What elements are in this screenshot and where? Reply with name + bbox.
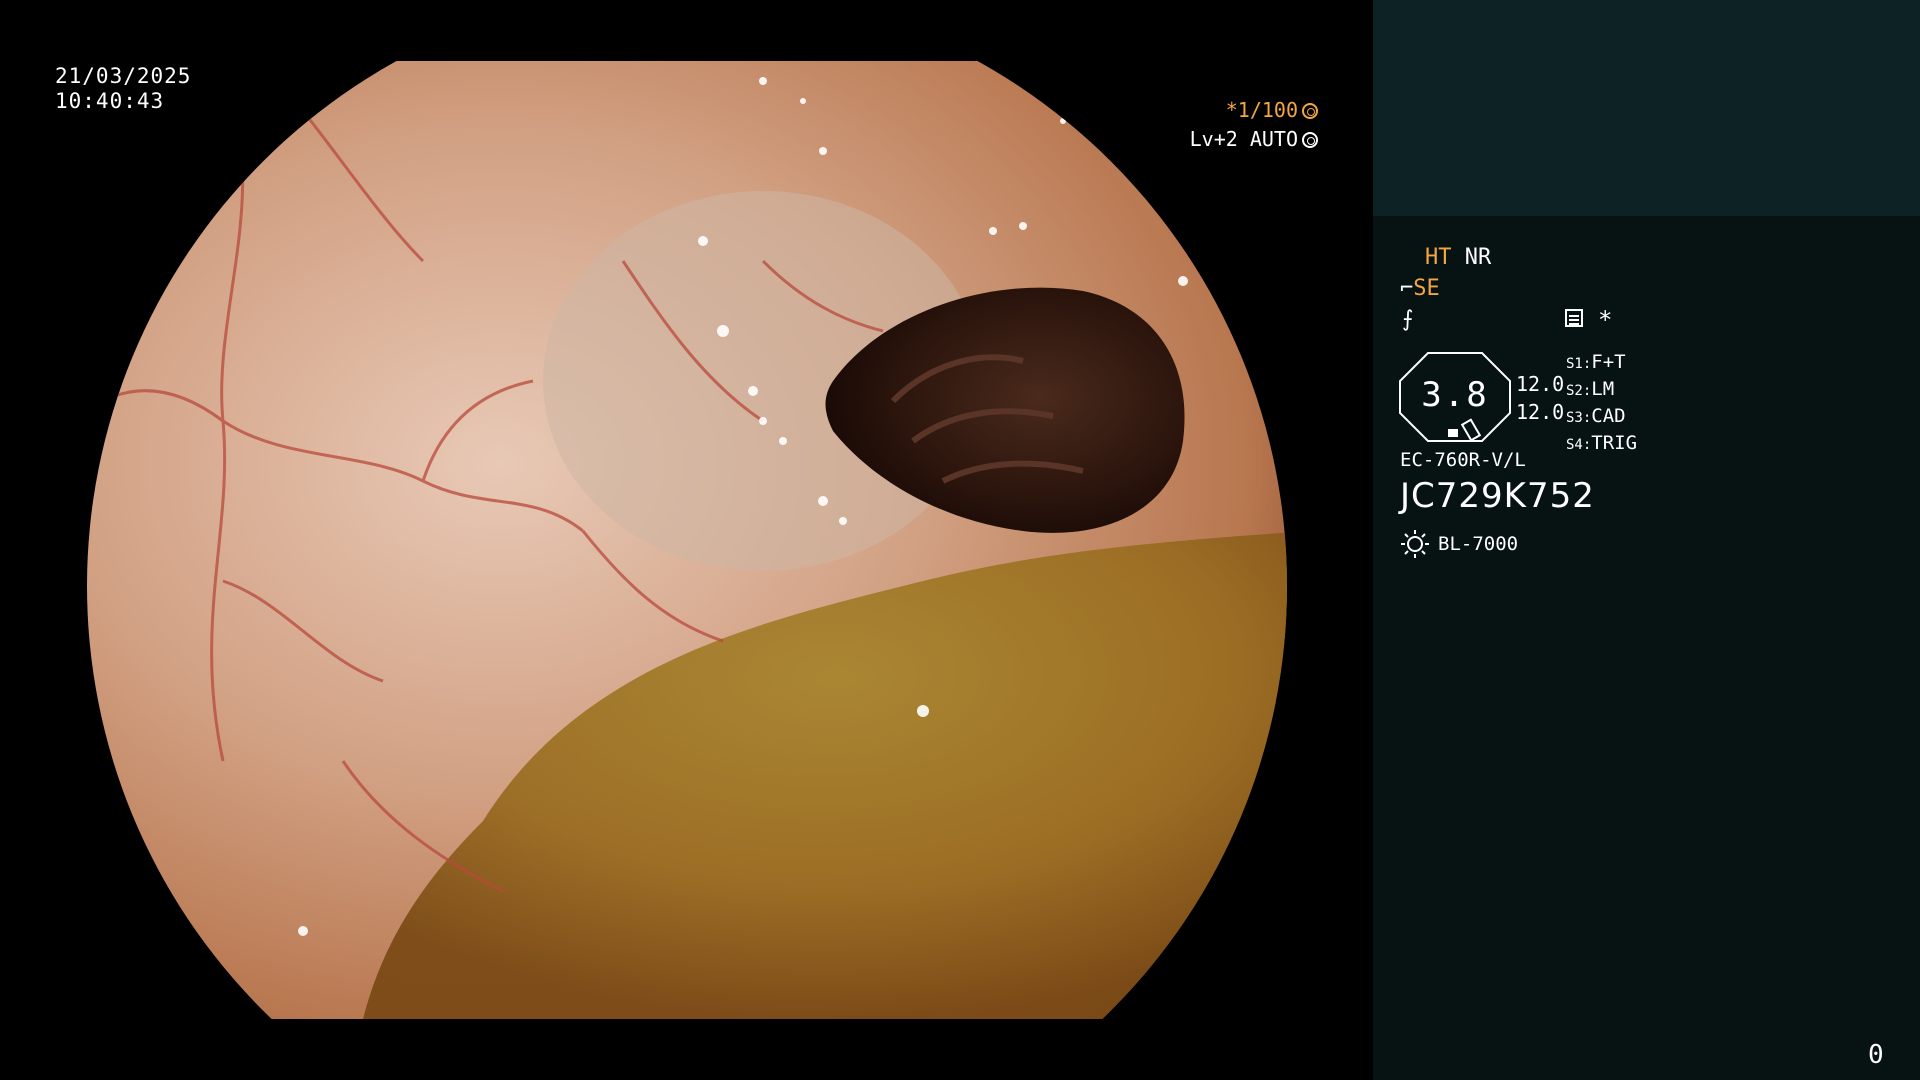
scope-model: EC-760R-V/L bbox=[1400, 449, 1526, 471]
shutter-text: *1/100 bbox=[1225, 98, 1298, 122]
time-text: 10:40:43 bbox=[55, 89, 165, 113]
slot-item: S4:TRIG bbox=[1566, 432, 1638, 454]
ht-nr-indicator: HT NR bbox=[1425, 245, 1491, 270]
asterisk-indicator: * bbox=[1598, 306, 1613, 334]
shutter-speed: *1/100 bbox=[1226, 98, 1318, 122]
se-indicator: ⌐SE bbox=[1400, 276, 1440, 301]
value-2: 12.0 bbox=[1516, 400, 1565, 424]
info-panel-header bbox=[1373, 0, 1920, 216]
nr-label: NR bbox=[1464, 245, 1492, 270]
endoscope-image bbox=[63, 61, 1311, 1019]
aperture-icon bbox=[1302, 132, 1318, 148]
level-text: Lv+2 AUTO bbox=[1189, 127, 1298, 151]
se-label: SE bbox=[1413, 276, 1440, 301]
serial-number: JC729K752 bbox=[1400, 476, 1595, 516]
light-source: BL-7000 bbox=[1438, 533, 1519, 555]
slot-item: S1:F+T bbox=[1566, 351, 1626, 373]
menu-icon bbox=[1565, 309, 1583, 327]
corner-counter: 0 bbox=[1868, 1040, 1884, 1070]
value-column: 12.0 12.0 bbox=[1516, 370, 1564, 426]
value-1: 12.0 bbox=[1516, 372, 1565, 396]
slot-item: S3:CAD bbox=[1566, 405, 1626, 427]
ht-label: HT bbox=[1425, 245, 1452, 270]
function-indicator: ⨍ bbox=[1402, 307, 1414, 332]
date-time-overlay: 21/03/2025 10:40:43 bbox=[55, 64, 191, 114]
slot-list: S1:F+T S2:LM S3:CAD S4:TRIG bbox=[1566, 350, 1637, 458]
aperture-icon bbox=[1302, 103, 1318, 119]
sun-icon bbox=[1401, 530, 1429, 558]
brightness-level: Lv+2 AUTO bbox=[1190, 127, 1318, 151]
scope-icon: ⌐ bbox=[1400, 276, 1414, 301]
main-value: 3.8 bbox=[1421, 375, 1489, 415]
slot-item: S2:LM bbox=[1566, 378, 1615, 400]
date-text: 21/03/2025 bbox=[55, 64, 192, 88]
